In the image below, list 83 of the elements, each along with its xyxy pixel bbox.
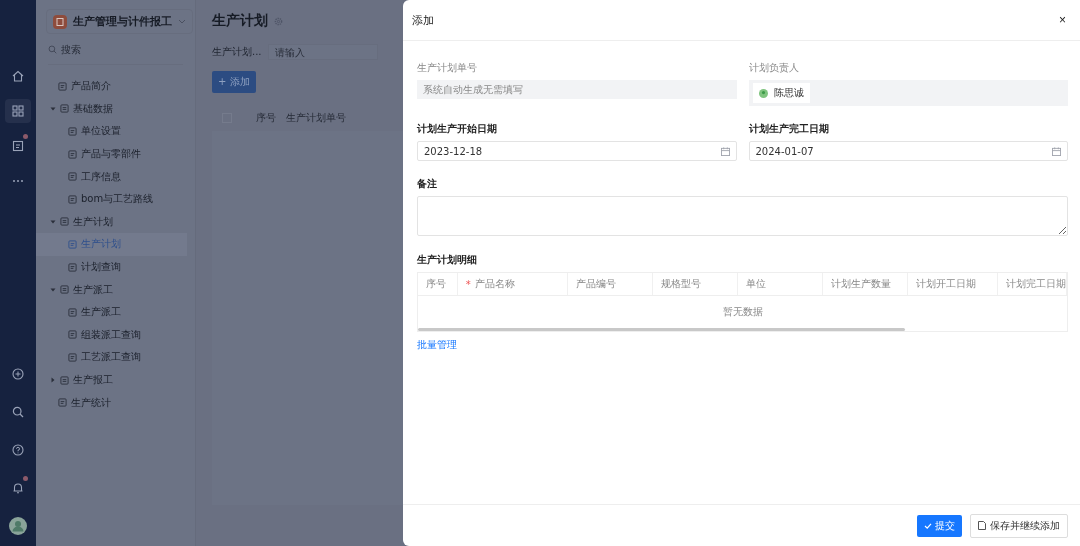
- filter-field[interactable]: 请输入: [267, 44, 378, 60]
- menu-item[interactable]: 生产统计: [36, 391, 195, 414]
- caret-down-icon: [50, 218, 56, 225]
- remark-field[interactable]: [417, 196, 1068, 236]
- menu-item[interactable]: 计划查询: [36, 255, 195, 279]
- menu-item[interactable]: 单位设置: [36, 120, 195, 143]
- column-header: 计划开工日期: [907, 273, 998, 295]
- date-field[interactable]: 2024-01-07: [748, 141, 1068, 161]
- note-icon: [12, 140, 24, 152]
- page-icon: [58, 81, 67, 91]
- page-icon: [68, 352, 77, 362]
- column-header: 单位: [737, 273, 823, 295]
- field-label: 备注: [417, 177, 437, 191]
- menu-group[interactable]: 生产派工: [36, 278, 195, 301]
- section-label: 生产计划明细: [417, 253, 477, 267]
- search-icon: [48, 45, 57, 54]
- caret-down-icon: [50, 286, 56, 293]
- column-header[interactable]: 序号: [256, 111, 276, 125]
- grid-icon: [12, 105, 24, 117]
- submit-button[interactable]: 提交: [917, 514, 962, 537]
- page-icon: [68, 149, 77, 159]
- avatar-icon: [9, 517, 27, 535]
- calendar-icon: [1052, 146, 1061, 156]
- menu-item[interactable]: 产品简介: [36, 75, 195, 98]
- page-icon: [68, 127, 77, 136]
- column-header: 计划完工日期: [998, 273, 1067, 295]
- caret-right-icon: [50, 377, 56, 383]
- page-icon: [58, 398, 67, 408]
- page-icon: [68, 330, 77, 340]
- menu-item[interactable]: bom与工艺路线: [36, 187, 195, 211]
- column-header: 序号: [418, 273, 458, 295]
- column-header: 产品编号: [567, 273, 653, 295]
- batch-manage-link[interactable]: 批量管理: [417, 338, 457, 352]
- add-button[interactable]: + 添加: [212, 71, 256, 93]
- rail-button[interactable]: [5, 99, 31, 123]
- page-icon: [68, 194, 77, 204]
- column-header[interactable]: 生产计划单号: [286, 111, 346, 125]
- menu-item[interactable]: 工序信息: [36, 165, 195, 188]
- caret-down-icon: [50, 105, 56, 112]
- page-icon: [68, 262, 77, 272]
- scrollbar[interactable]: [418, 328, 905, 331]
- menu-item[interactable]: 生产计划: [36, 233, 187, 256]
- check-icon: [924, 521, 932, 530]
- field-label: 计划负责人: [748, 61, 800, 75]
- field-label: 计划生产开始日期: [417, 122, 498, 136]
- menu-item[interactable]: 组装派工查询: [36, 323, 195, 347]
- app-logo-icon: [53, 14, 67, 29]
- user-avatar-icon: [758, 88, 768, 98]
- page-icon: [68, 307, 77, 317]
- home-icon: [12, 70, 24, 82]
- menu-group[interactable]: 生产报工: [36, 368, 195, 392]
- app-switcher[interactable]: 生产管理与计件报工: [46, 9, 193, 34]
- close-button[interactable]: ×: [1059, 13, 1066, 27]
- field-label: 计划生产完工日期: [748, 122, 830, 136]
- filter-label: 生产计划...: [212, 45, 262, 59]
- column-header: 计划生产数量: [822, 273, 908, 295]
- page-icon: [68, 172, 77, 182]
- calendar-icon: [720, 146, 730, 156]
- menu-item[interactable]: 产品与零部件: [36, 142, 195, 166]
- menu-group[interactable]: 基础数据: [36, 97, 195, 121]
- empty-text: 暂无数据: [721, 305, 764, 319]
- document-icon: [978, 521, 986, 530]
- column-header: 规格型号: [652, 273, 738, 295]
- field-label: 生产计划单号: [417, 61, 478, 75]
- menu-item[interactable]: 生产派工: [36, 300, 195, 324]
- chevron-down-icon: [178, 19, 186, 24]
- more-icon: [12, 179, 24, 183]
- search-field[interactable]: 搜索: [61, 44, 161, 55]
- bell-icon: [12, 482, 24, 494]
- user-tag: 陈思诚: [752, 83, 810, 103]
- page-title: 生产计划: [212, 12, 268, 30]
- search-icon: [12, 406, 24, 418]
- drawer-title: 添加: [412, 12, 434, 28]
- date-field[interactable]: 2023-12-18: [417, 141, 737, 161]
- save-continue-button[interactable]: 保存并继续添加: [970, 513, 1068, 538]
- user-field[interactable]: 陈思诚: [748, 80, 1068, 106]
- help-icon: [12, 444, 24, 456]
- menu-group[interactable]: 生产计划: [36, 210, 195, 234]
- column-header: * 产品名称: [457, 273, 568, 295]
- plus-circle-icon: [12, 368, 24, 380]
- menu-item[interactable]: 工艺派工查询: [36, 346, 195, 369]
- input-field: 系统自动生成无需填写: [417, 80, 737, 99]
- page-icon: [68, 239, 77, 249]
